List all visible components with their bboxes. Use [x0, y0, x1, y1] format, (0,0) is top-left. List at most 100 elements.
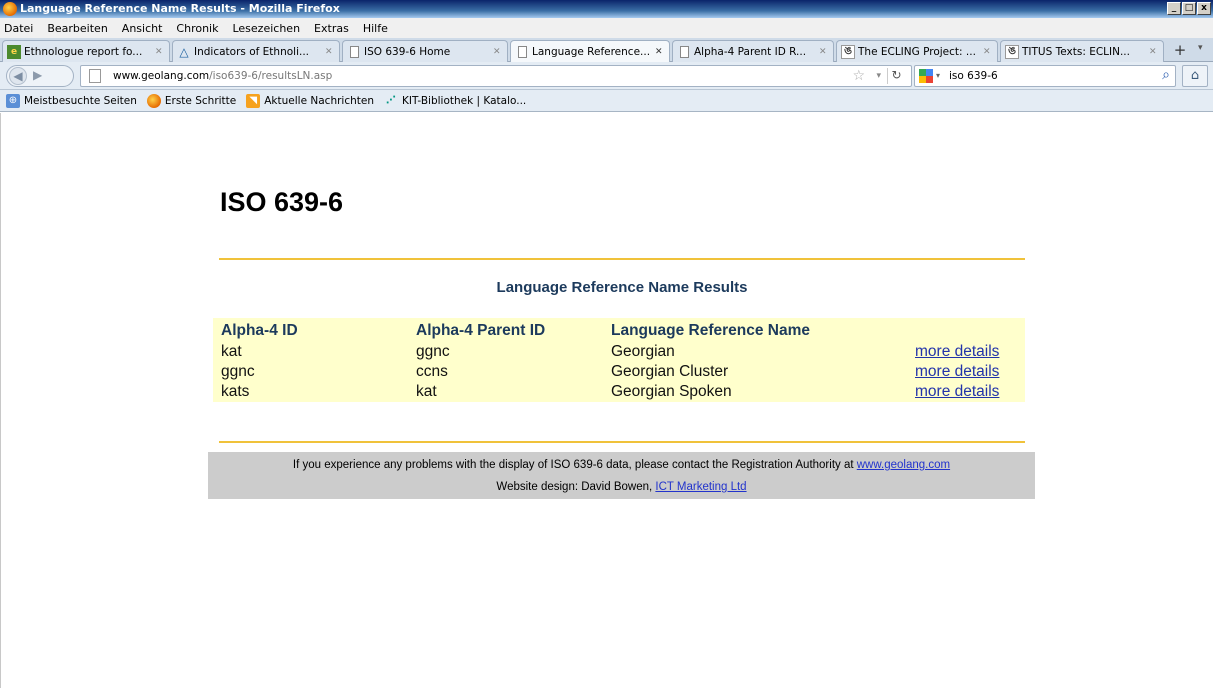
page-icon	[677, 45, 691, 59]
divider-top	[219, 258, 1025, 260]
footer-design-line: Website design: David Bowen, ICT Marketi…	[208, 481, 1035, 493]
tab-close-icon[interactable]: ✕	[1149, 47, 1159, 57]
tab-titus-texts[interactable]: ঙ TITUS Texts: ECLIN... ✕	[1000, 40, 1164, 62]
menu-bearbeiten[interactable]: Bearbeiten	[47, 22, 107, 35]
page-content: ISO 639-6 Language Reference Name Result…	[0, 113, 1213, 688]
cell-reference-name: Georgian	[611, 343, 675, 360]
bookmark-label: Aktuelle Nachrichten	[264, 94, 374, 107]
bookmark-kit-bibliothek[interactable]: ⋰ KIT-Bibliothek | Katalo...	[384, 94, 526, 108]
page-icon	[347, 45, 361, 59]
bookmark-star-icon[interactable]: ☆	[852, 68, 865, 84]
tab-close-icon[interactable]: ✕	[155, 47, 165, 57]
menu-ansicht[interactable]: Ansicht	[122, 22, 163, 35]
window-controls: _ □ x	[1167, 2, 1211, 15]
menu-lesezeichen[interactable]: Lesezeichen	[232, 22, 300, 35]
results-table: Alpha-4 ID Alpha-4 Parent ID Language Re…	[213, 318, 1025, 402]
bookmark-aktuelle-nachrichten[interactable]: ◥ Aktuelle Nachrichten	[246, 93, 374, 108]
cell-details: more details	[907, 342, 1025, 362]
minimize-button[interactable]: _	[1167, 2, 1181, 15]
most-visited-icon: ⊕	[6, 93, 20, 108]
divider-bottom	[219, 441, 1025, 443]
new-tab-button[interactable]: +	[1168, 41, 1192, 61]
tab-label: The ECLING Project: ...	[858, 45, 976, 58]
footer-design-text: Website design: David Bowen,	[496, 481, 656, 493]
tab-ecling-project[interactable]: ঙ The ECLING Project: ... ✕	[836, 40, 998, 62]
geolang-link[interactable]: www.geolang.com	[857, 459, 950, 471]
column-header-alpha4-id: Alpha-4 ID	[221, 322, 298, 339]
cell-parent-id: ccns	[416, 363, 448, 380]
search-engine-dropdown-icon[interactable]: ▾	[936, 71, 940, 80]
tab-close-icon[interactable]: ✕	[325, 47, 335, 57]
tab-close-icon[interactable]: ✕	[655, 47, 665, 57]
window-title: Language Reference Name Results - Mozill…	[20, 2, 340, 15]
ethnologue-icon: e	[7, 44, 21, 59]
bookmark-label: KIT-Bibliothek | Katalo...	[402, 94, 527, 107]
rss-feed-icon: ◥	[246, 93, 261, 108]
column-header-parent-id: Alpha-4 Parent ID	[416, 322, 546, 339]
menu-chronik[interactable]: Chronik	[176, 22, 218, 35]
url-path: /iso639-6/resultsLN.asp	[209, 70, 333, 82]
bookmark-label: Erste Schritte	[164, 94, 237, 107]
cell-reference-name: Georgian Cluster	[611, 363, 729, 380]
bookmark-erste-schritte[interactable]: Erste Schritte	[146, 93, 237, 108]
search-bar[interactable]: ▾ iso 639-6 ⌕	[914, 65, 1176, 87]
navigation-toolbar: ◀ ▶ www.geolang.com/iso639-6/resultsLN.a…	[0, 62, 1213, 90]
table-row: ggnc ccns Georgian Cluster more details	[213, 362, 1025, 382]
ict-marketing-link[interactable]: ICT Marketing Ltd	[655, 481, 746, 493]
menu-datei[interactable]: Datei	[4, 22, 33, 35]
tab-close-icon[interactable]: ✕	[983, 47, 993, 57]
google-search-engine-icon[interactable]	[919, 69, 933, 83]
tab-indicators[interactable]: △ Indicators of Ethnoli... ✕	[172, 40, 340, 62]
firefox-icon	[146, 93, 161, 108]
cell-reference-name: Georgian Spoken	[611, 383, 732, 400]
bookmark-meistbesuchte[interactable]: ⊕ Meistbesuchte Seiten	[6, 93, 137, 108]
url-bar[interactable]: www.geolang.com/iso639-6/resultsLN.asp ☆…	[80, 65, 912, 87]
more-details-link[interactable]: more details	[915, 343, 999, 360]
tab-close-icon[interactable]: ✕	[819, 47, 829, 57]
url-text[interactable]: www.geolang.com/iso639-6/resultsLN.asp	[113, 70, 332, 82]
cell-details: more details	[907, 382, 1025, 402]
maximize-button[interactable]: □	[1182, 2, 1196, 15]
tab-alpha4-parent[interactable]: Alpha-4 Parent ID R... ✕	[672, 40, 834, 62]
window-title-bar: Language Reference Name Results - Mozill…	[0, 0, 1213, 18]
menu-bar: Datei Bearbeiten Ansicht Chronik Lesezei…	[0, 18, 1213, 38]
page-title: ISO 639-6	[220, 187, 344, 217]
kit-logo-icon: ⋰	[386, 95, 396, 106]
forward-arrow-icon[interactable]: ▶	[33, 68, 42, 82]
table-header-row: Alpha-4 ID Alpha-4 Parent ID Language Re…	[213, 318, 1025, 342]
more-details-link[interactable]: more details	[915, 383, 999, 400]
close-button[interactable]: x	[1197, 2, 1211, 15]
tab-label: Alpha-4 Parent ID R...	[694, 45, 807, 58]
tab-label: Ethnologue report fo...	[24, 45, 143, 58]
cell-alpha4-id: ggnc	[221, 363, 255, 380]
column-header-details	[907, 318, 1025, 342]
tab-iso-home[interactable]: ISO 639-6 Home ✕	[342, 40, 508, 62]
url-history-dropdown-icon[interactable]: ▾	[876, 71, 881, 81]
home-icon[interactable]: ⌂	[1182, 65, 1208, 87]
url-domain: www.geolang.com	[113, 70, 210, 82]
menu-extras[interactable]: Extras	[314, 22, 349, 35]
back-arrow-icon[interactable]: ◀	[9, 67, 27, 85]
menu-hilfe[interactable]: Hilfe	[363, 22, 388, 35]
search-input[interactable]: iso 639-6	[949, 70, 998, 82]
tab-ethnologue-report[interactable]: e Ethnologue report fo... ✕	[2, 40, 170, 62]
column-header-reference-name: Language Reference Name	[611, 322, 810, 339]
tab-list-dropdown-icon[interactable]: ▾	[1198, 43, 1203, 53]
more-details-link[interactable]: more details	[915, 363, 999, 380]
ethnologue-triangle-icon: △	[179, 44, 189, 59]
tab-strip: e Ethnologue report fo... ✕ △ Indicators…	[0, 38, 1213, 62]
cell-details: more details	[907, 362, 1025, 382]
bookmarks-toolbar: ⊕ Meistbesuchte Seiten Erste Schritte ◥ …	[0, 90, 1213, 112]
cell-parent-id: kat	[416, 383, 437, 400]
tab-language-reference[interactable]: Language Reference... ✕	[510, 40, 670, 62]
cell-parent-id: ggnc	[416, 343, 450, 360]
table-row: kat ggnc Georgian more details	[213, 342, 1025, 362]
page-icon	[515, 45, 529, 59]
search-icon[interactable]: ⌕	[1162, 67, 1170, 83]
tab-label: ISO 639-6 Home	[364, 45, 451, 58]
reload-icon[interactable]: ↻	[887, 68, 905, 84]
site-identity-icon[interactable]	[89, 69, 101, 83]
footer-contact-line: If you experience any problems with the …	[208, 459, 1035, 471]
tab-close-icon[interactable]: ✕	[493, 47, 503, 57]
viewport-edge	[0, 113, 1, 688]
